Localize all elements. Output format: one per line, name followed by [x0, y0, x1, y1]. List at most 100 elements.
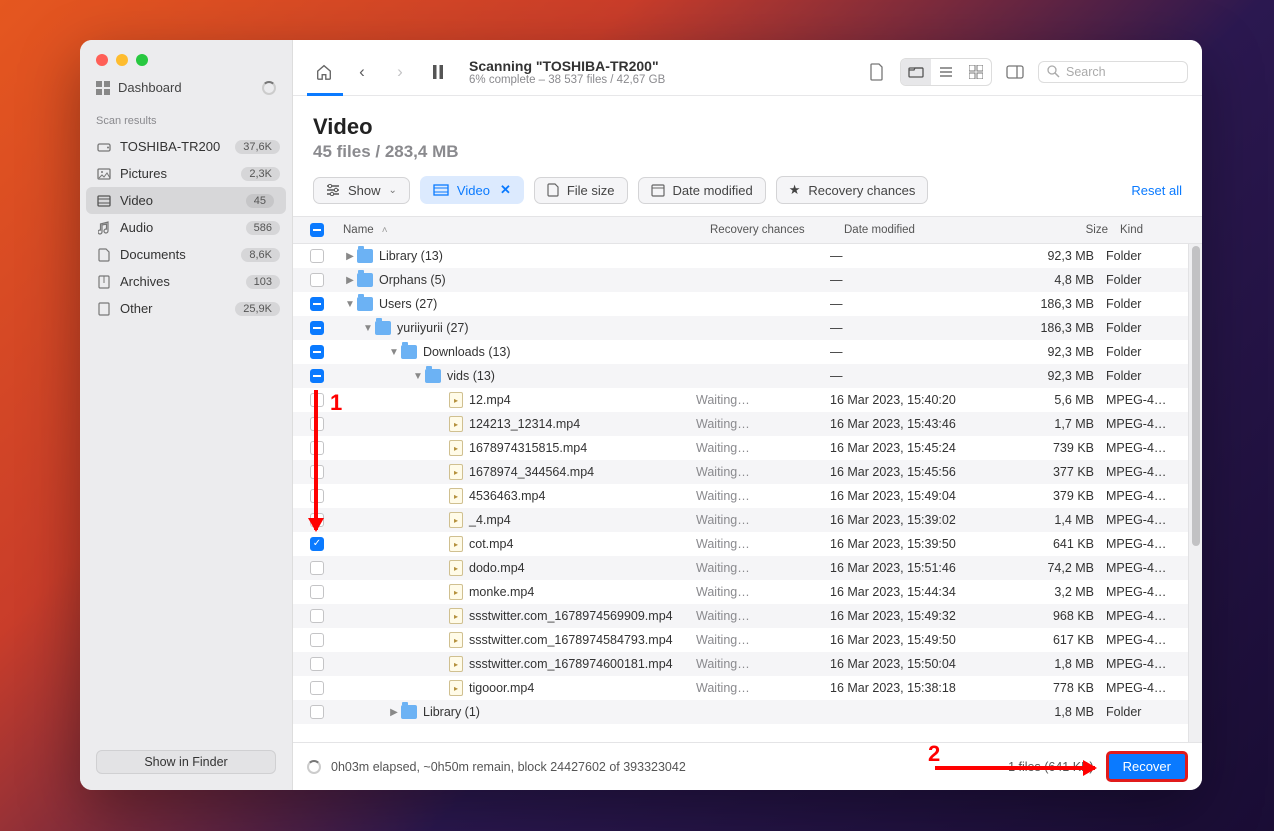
- search-input[interactable]: Search: [1038, 61, 1188, 83]
- col-size[interactable]: Size: [1020, 224, 1120, 236]
- disclosure-icon[interactable]: ▼: [387, 347, 401, 358]
- row-size: 92,3 MB: [1006, 249, 1106, 263]
- table-row-file[interactable]: ▸ 1678974_344564.mp4 Waiting… 16 Mar 202…: [293, 460, 1188, 484]
- row-checkbox[interactable]: [310, 681, 324, 695]
- sidebar-item-documents[interactable]: Documents8,6K: [80, 241, 292, 268]
- row-kind: MPEG-4…: [1106, 441, 1188, 455]
- row-checkbox[interactable]: [310, 345, 324, 359]
- table-row-file[interactable]: ▸ monke.mp4 Waiting… 16 Mar 2023, 15:44:…: [293, 580, 1188, 604]
- col-date[interactable]: Date modified: [844, 224, 1020, 236]
- filter-video[interactable]: Video ✕: [420, 176, 524, 204]
- row-checkbox[interactable]: [310, 441, 324, 455]
- view-list-button[interactable]: [931, 59, 961, 85]
- sidebar-item-pictures[interactable]: Pictures2,3K: [80, 160, 292, 187]
- row-checkbox[interactable]: [310, 537, 324, 551]
- table-row-folder[interactable]: ▶ Library (1) 1,8 MB Folder: [293, 700, 1188, 724]
- pause-button[interactable]: [421, 55, 455, 89]
- filter-date[interactable]: Date modified: [638, 177, 766, 204]
- table-row-folder[interactable]: ▼ vids (13) — 92,3 MB Folder: [293, 364, 1188, 388]
- disclosure-icon[interactable]: ▼: [343, 299, 357, 310]
- row-size: 92,3 MB: [1006, 369, 1106, 383]
- row-chances: Waiting…: [696, 585, 830, 599]
- zoom-button[interactable]: [136, 54, 148, 66]
- col-name[interactable]: Name ˄: [335, 224, 710, 236]
- sidebar-item-audio[interactable]: Audio586: [80, 214, 292, 241]
- home-button[interactable]: [307, 55, 341, 89]
- close-button[interactable]: [96, 54, 108, 66]
- row-name: ssstwitter.com_1678974584793.mp4: [469, 633, 673, 647]
- minimize-button[interactable]: [116, 54, 128, 66]
- view-folder-button[interactable]: [901, 59, 931, 85]
- header-checkbox[interactable]: [310, 223, 324, 237]
- col-kind[interactable]: Kind: [1120, 224, 1202, 236]
- disclosure-icon[interactable]: ▼: [411, 371, 425, 382]
- row-checkbox[interactable]: [310, 513, 324, 527]
- reset-all-link[interactable]: Reset all: [1131, 183, 1182, 198]
- row-size: 968 KB: [1006, 609, 1106, 623]
- row-checkbox[interactable]: [310, 321, 324, 335]
- row-checkbox[interactable]: [310, 633, 324, 647]
- disclosure-icon[interactable]: ▶: [387, 707, 401, 718]
- table-row-folder[interactable]: ▶ Library (13) — 92,3 MB Folder: [293, 244, 1188, 268]
- row-checkbox[interactable]: [310, 393, 324, 407]
- sidebar-item-archives[interactable]: Archives103: [80, 268, 292, 295]
- row-checkbox[interactable]: [310, 249, 324, 263]
- table-row-file[interactable]: ▸ tigooor.mp4 Waiting… 16 Mar 2023, 15:3…: [293, 676, 1188, 700]
- table-row-file[interactable]: ▸ dodo.mp4 Waiting… 16 Mar 2023, 15:51:4…: [293, 556, 1188, 580]
- table-row-file[interactable]: ▸ 12.mp4 Waiting… 16 Mar 2023, 15:40:20 …: [293, 388, 1188, 412]
- row-kind: MPEG-4…: [1106, 561, 1188, 575]
- view-grid-button[interactable]: [961, 59, 991, 85]
- filter-filesize[interactable]: File size: [534, 177, 628, 204]
- disclosure-icon[interactable]: ▶: [343, 251, 357, 262]
- back-button[interactable]: ‹: [345, 55, 379, 89]
- row-date: 16 Mar 2023, 15:49:50: [830, 633, 1006, 647]
- row-date: 16 Mar 2023, 15:43:46: [830, 417, 1006, 431]
- table-row-file[interactable]: ▸ ssstwitter.com_1678974600181.mp4 Waiti…: [293, 652, 1188, 676]
- scrollbar-thumb[interactable]: [1192, 246, 1200, 546]
- row-name: dodo.mp4: [469, 561, 525, 575]
- col-chances[interactable]: Recovery chances: [710, 224, 844, 236]
- row-chances: Waiting…: [696, 465, 830, 479]
- table-row-folder[interactable]: ▼ yuriiyurii (27) — 186,3 MB Folder: [293, 316, 1188, 340]
- scrollbar[interactable]: [1188, 244, 1202, 742]
- dashboard-link[interactable]: Dashboard: [80, 66, 292, 103]
- filter-recovery[interactable]: ★ Recovery chances: [776, 176, 929, 204]
- recover-button[interactable]: Recover: [1106, 751, 1188, 782]
- disclosure-icon[interactable]: ▶: [343, 275, 357, 286]
- show-in-finder-button[interactable]: Show in Finder: [96, 750, 276, 774]
- table-row-file[interactable]: ▸ 124213_12314.mp4 Waiting… 16 Mar 2023,…: [293, 412, 1188, 436]
- row-checkbox[interactable]: [310, 297, 324, 311]
- show-button[interactable]: Show ⌄: [313, 177, 410, 204]
- table-row-file[interactable]: ▸ 1678974315815.mp4 Waiting… 16 Mar 2023…: [293, 436, 1188, 460]
- video-file-icon: ▸: [449, 392, 463, 408]
- row-checkbox[interactable]: [310, 609, 324, 623]
- table-row-file[interactable]: ▸ cot.mp4 Waiting… 16 Mar 2023, 15:39:50…: [293, 532, 1188, 556]
- row-checkbox[interactable]: [310, 489, 324, 503]
- table-row-file[interactable]: ▸ 4536463.mp4 Waiting… 16 Mar 2023, 15:4…: [293, 484, 1188, 508]
- table-row-folder[interactable]: ▶ Orphans (5) — 4,8 MB Folder: [293, 268, 1188, 292]
- row-checkbox[interactable]: [310, 657, 324, 671]
- row-checkbox[interactable]: [310, 705, 324, 719]
- clear-filter-icon[interactable]: ✕: [500, 182, 511, 198]
- table-row-folder[interactable]: ▼ Users (27) — 186,3 MB Folder: [293, 292, 1188, 316]
- row-checkbox[interactable]: [310, 369, 324, 383]
- sidebar-item-video[interactable]: Video45: [86, 187, 286, 214]
- forward-button[interactable]: ›: [383, 55, 417, 89]
- panel-toggle-button[interactable]: [998, 55, 1032, 89]
- disclosure-icon[interactable]: ▼: [361, 323, 375, 334]
- row-checkbox[interactable]: [310, 585, 324, 599]
- row-checkbox[interactable]: [310, 273, 324, 287]
- table-row-folder[interactable]: ▼ Downloads (13) — 92,3 MB Folder: [293, 340, 1188, 364]
- sidebar-item-badge: 586: [246, 221, 280, 235]
- sidebar-item-toshiba-tr200[interactable]: TOSHIBA-TR20037,6K: [80, 133, 292, 160]
- row-checkbox[interactable]: [310, 417, 324, 431]
- row-size: 641 KB: [1006, 537, 1106, 551]
- row-checkbox[interactable]: [310, 465, 324, 479]
- footer-selection: 1 files (641 KB): [1008, 760, 1093, 774]
- table-row-file[interactable]: ▸ _4.mp4 Waiting… 16 Mar 2023, 15:39:02 …: [293, 508, 1188, 532]
- row-checkbox[interactable]: [310, 561, 324, 575]
- sidebar-item-other[interactable]: Other25,9K: [80, 295, 292, 322]
- table-row-file[interactable]: ▸ ssstwitter.com_1678974584793.mp4 Waiti…: [293, 628, 1188, 652]
- table-row-file[interactable]: ▸ ssstwitter.com_1678974569909.mp4 Waiti…: [293, 604, 1188, 628]
- new-doc-icon[interactable]: [860, 55, 894, 89]
